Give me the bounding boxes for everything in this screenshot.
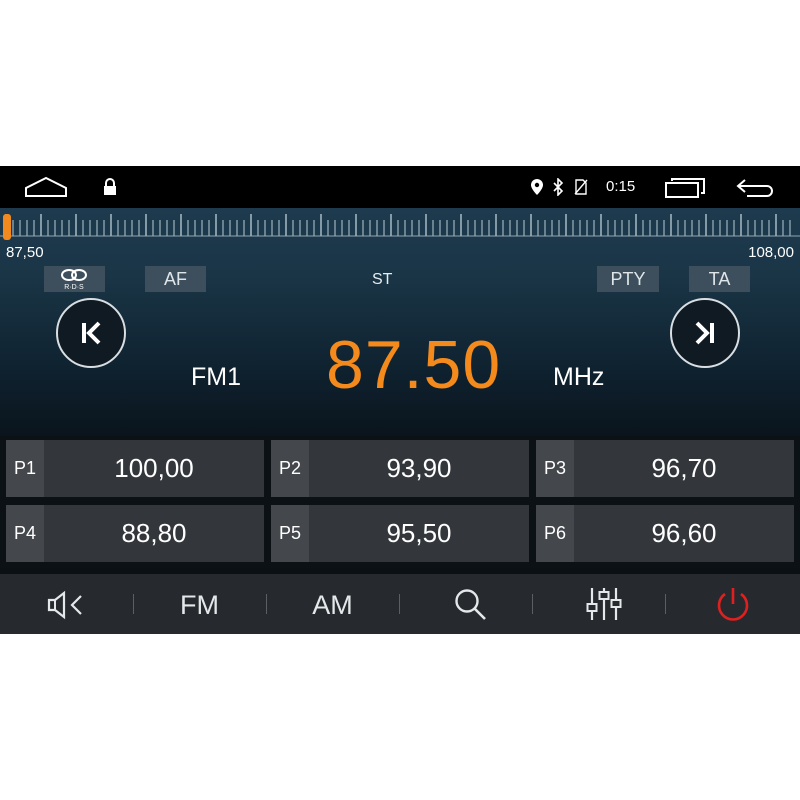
search-icon (455, 589, 486, 620)
rds-icon: R·D·S (61, 269, 87, 291)
preset-frequency: 95,50 (386, 518, 452, 548)
radio-screen: 0:15 87,50 108,00 R·D·S AF ST PTY TA FM1… (0, 166, 800, 634)
clock: 0:15 (606, 178, 636, 195)
no-sim-icon (574, 179, 588, 195)
preset-frequency: 96,70 (651, 453, 717, 483)
bottom-toolbar: FM AM (0, 574, 800, 634)
equalizer-button[interactable] (532, 574, 665, 634)
preset-p6[interactable]: P6 96,60 (536, 505, 794, 562)
mute-icon (47, 590, 82, 620)
seek-previous-button[interactable] (56, 298, 126, 368)
location-icon (531, 179, 543, 195)
preset-p1[interactable]: P1 100,00 (6, 440, 264, 497)
bluetooth-icon (553, 178, 564, 196)
preset-frequency: 88,80 (121, 518, 187, 548)
status-bar: 0:15 (0, 166, 800, 208)
preset-label: P1 (6, 440, 44, 497)
preset-p4[interactable]: P4 88,80 (6, 505, 264, 562)
lock-icon (104, 178, 116, 195)
preset-p3[interactable]: P3 96,70 (536, 440, 794, 497)
skip-next-icon (695, 321, 714, 345)
tuner-panel: 87,50 108,00 R·D·S AF ST PTY TA FM1 87.5… (0, 208, 800, 436)
range-max-label: 108,00 (748, 244, 794, 261)
fm-button[interactable]: FM (133, 574, 266, 634)
preset-label: P4 (6, 505, 44, 562)
rds-text: R·D·S (64, 284, 84, 291)
pty-button[interactable]: PTY (597, 266, 659, 292)
preset-frequency: 93,90 (386, 453, 452, 483)
recents-icon[interactable] (664, 177, 706, 199)
stereo-indicator: ST (372, 271, 393, 288)
preset-label: P3 (536, 440, 574, 497)
fm-label: FM (180, 590, 219, 620)
search-button[interactable] (399, 574, 532, 634)
seek-next-button[interactable] (670, 298, 740, 368)
am-label: AM (312, 590, 353, 620)
am-button[interactable]: AM (266, 574, 399, 634)
tuning-needle[interactable] (3, 214, 11, 240)
ta-button[interactable]: TA (689, 266, 750, 292)
band-label: FM1 (191, 363, 241, 391)
preset-label: P2 (271, 440, 309, 497)
power-button[interactable] (665, 574, 798, 634)
back-icon[interactable] (735, 178, 777, 198)
preset-label: P5 (271, 505, 309, 562)
skip-previous-icon (82, 321, 101, 345)
equalizer-icon (586, 588, 622, 620)
preset-label: P6 (536, 505, 574, 562)
frequency-display: 87.50 (326, 327, 502, 403)
preset-p2[interactable]: P2 93,90 (271, 440, 529, 497)
preset-p5[interactable]: P5 95,50 (271, 505, 529, 562)
af-button[interactable]: AF (145, 266, 206, 292)
power-icon (717, 588, 749, 621)
home-icon[interactable] (24, 176, 68, 198)
rds-indicator[interactable]: R·D·S (44, 266, 105, 292)
unit-label: MHz (553, 363, 605, 391)
preset-frequency: 100,00 (114, 453, 194, 483)
preset-frequency: 96,60 (651, 518, 717, 548)
frequency-scale[interactable] (0, 208, 800, 238)
range-min-label: 87,50 (6, 244, 44, 261)
mute-button[interactable] (0, 574, 133, 634)
preset-grid: P1 100,00 P2 93,90 P3 96,70 P4 88,80 P5 … (0, 436, 800, 568)
